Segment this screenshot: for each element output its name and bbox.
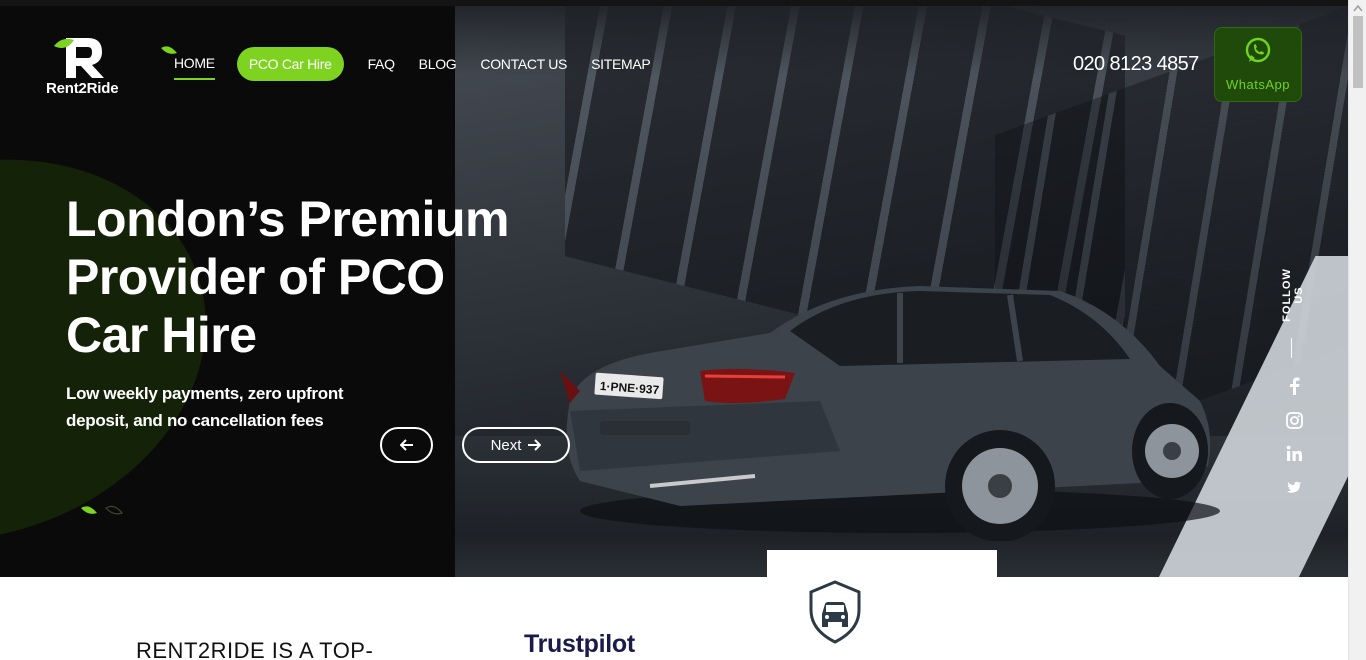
brand-name[interactable]: Rent2Ride [46,80,119,97]
scrollbar-thumb[interactable] [1353,16,1363,88]
nav-blog[interactable]: BLOG [419,56,457,72]
slider-next-button[interactable]: Next [462,427,570,463]
twitter-icon[interactable] [1284,478,1304,498]
trustpilot-logo[interactable]: Trustpilot [524,630,635,659]
slider-dot[interactable] [105,505,123,517]
facebook-icon[interactable] [1284,376,1304,396]
whatsapp-icon [1245,37,1271,63]
whatsapp-label: WhatsApp [1226,77,1290,92]
hero-subheadline: Low weekly payments, zero upfront deposi… [66,384,344,430]
instagram-icon[interactable] [1284,410,1304,430]
nav-faq[interactable]: FAQ [368,56,395,72]
nav-sitemap[interactable]: SITEMAP [591,56,651,72]
slider-prev-button[interactable] [380,427,433,463]
hero-section: 1·PNE·937 Rent2Ride HOME PCO Car Hire FA… [0,0,1348,577]
phone-number[interactable]: 020 8123 4857 [1073,53,1199,76]
whatsapp-button[interactable]: WhatsApp [1214,27,1302,102]
arrow-left-icon [399,439,413,451]
follow-divider [1291,338,1292,358]
follow-us-text: FOLLOW US [1281,268,1305,322]
slider-dot-active[interactable] [80,505,98,517]
linkedin-icon[interactable] [1284,443,1304,463]
car-illustration: 1·PNE·937 [560,286,1220,541]
shield-car-icon [809,580,861,644]
next-label: Next [490,436,522,454]
intro-heading: RENT2RIDE IS A TOP- [136,638,374,660]
hero-headline: London’s Premium Provider of PCO Car Hir… [66,191,509,363]
nav-home[interactable]: HOME [174,55,215,80]
main-nav: HOME PCO Car Hire FAQ BLOG CONTACT US SI… [160,47,674,81]
scroll-up-arrow-icon[interactable] [1353,4,1363,12]
nav-pco-car-hire[interactable]: PCO Car Hire [236,47,344,81]
page-scrollbar[interactable] [1348,0,1366,660]
feature-card [767,550,997,660]
follow-us-label: FOLLOW US [1276,258,1310,328]
arrow-right-icon [528,439,542,451]
nav-contact-us[interactable]: CONTACT US [480,56,567,72]
